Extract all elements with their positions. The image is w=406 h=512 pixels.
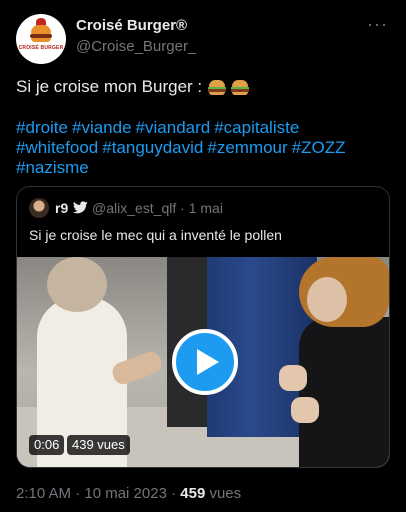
- tweet-text: Si je croise mon Burger :: [16, 77, 250, 97]
- hashtag-link[interactable]: #viande: [72, 118, 132, 137]
- more-options-icon[interactable]: ···: [367, 14, 388, 35]
- video-duration-badge: 0:06: [29, 435, 65, 455]
- hashtag-link[interactable]: #viandard: [136, 118, 211, 137]
- hashtag-link[interactable]: #zemmour: [207, 138, 287, 157]
- hashtag-link[interactable]: #tanguydavid: [102, 138, 203, 157]
- quoted-text: Si je croise le mec qui a inventé le pol…: [29, 227, 282, 243]
- author-handle[interactable]: @Croise_Burger_: [76, 38, 196, 55]
- hashtag-link[interactable]: #ZOZZ: [292, 138, 346, 157]
- hashtag-link[interactable]: #whitefood: [16, 138, 98, 157]
- tweet-text-content: Si je croise mon Burger :: [16, 77, 203, 96]
- tweet-meta: 2:10 AM · 10 mai 2023 · 459 vues: [16, 485, 241, 502]
- twitter-bird-icon: [73, 201, 88, 214]
- video-player[interactable]: 0:06 439 vues: [17, 257, 389, 467]
- hashtag-link[interactable]: #capitaliste: [214, 118, 299, 137]
- author-name[interactable]: Croisé Burger®: [76, 17, 187, 34]
- avatar-logo-text: CROISÉ BURGER: [18, 45, 64, 51]
- burger-logo-icon: [30, 18, 52, 43]
- video-views-badge: 439 vues: [67, 435, 130, 455]
- quoted-handle-time[interactable]: @alix_est_qlf · 1 mai: [92, 200, 223, 216]
- view-count: 459: [180, 485, 206, 502]
- burger-emoji-icon: [208, 79, 227, 95]
- hashtag-link[interactable]: #droite: [16, 118, 68, 137]
- tweet-timestamp[interactable]: 2:10 AM · 10 mai 2023 ·: [16, 485, 180, 502]
- view-label: vues: [205, 485, 242, 502]
- hashtag-list: #droite #viande #viandard #capitaliste #whi…: [16, 118, 396, 178]
- quoted-author-name[interactable]: r9: [55, 200, 68, 216]
- quoted-avatar[interactable]: [29, 198, 49, 218]
- avatar[interactable]: CROISÉ BURGER: [16, 14, 66, 64]
- burger-emoji-icon: [231, 79, 250, 95]
- play-icon: [197, 349, 219, 375]
- quoted-tweet[interactable]: r9 @alix_est_qlf · 1 mai Si je croise le…: [16, 186, 390, 468]
- hashtag-link[interactable]: #nazisme: [16, 158, 89, 177]
- play-button[interactable]: [172, 329, 238, 395]
